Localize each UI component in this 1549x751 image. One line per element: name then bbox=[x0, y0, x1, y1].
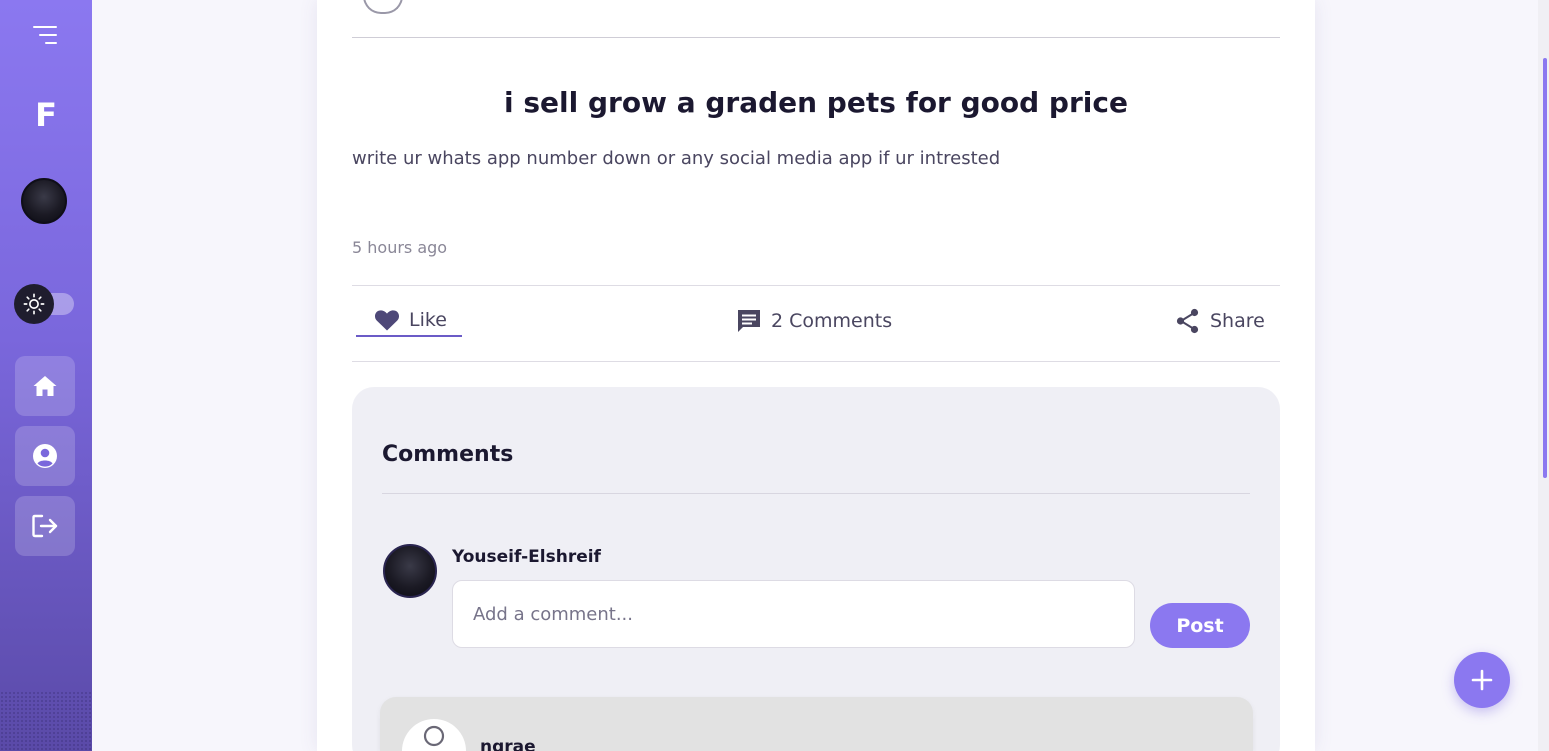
post-body: write ur whats app number down or any so… bbox=[352, 148, 1001, 169]
home-icon bbox=[33, 376, 57, 396]
divider bbox=[352, 361, 1280, 362]
scrollbar-thumb[interactable] bbox=[1543, 58, 1547, 478]
post-timestamp: 5 hours ago bbox=[352, 238, 448, 257]
share-button[interactable]: Share bbox=[1175, 308, 1265, 334]
brand-logo[interactable]: F bbox=[0, 96, 92, 134]
menu-icon[interactable] bbox=[33, 24, 57, 46]
user-circle-icon bbox=[33, 444, 57, 468]
comment-icon bbox=[738, 310, 760, 332]
share-icon bbox=[1176, 308, 1199, 334]
sidebar-avatar[interactable] bbox=[21, 178, 67, 224]
sidebar-pattern bbox=[0, 691, 92, 751]
like-button[interactable]: Like bbox=[374, 308, 447, 332]
sidebar: F bbox=[0, 0, 92, 751]
like-underline bbox=[356, 335, 462, 337]
comment-item: ngrae bbox=[380, 697, 1253, 751]
theme-toggle[interactable] bbox=[14, 284, 76, 324]
divider bbox=[382, 493, 1250, 494]
post-title: i sell grow a graden pets for good price bbox=[504, 86, 1128, 119]
create-post-button[interactable] bbox=[1454, 652, 1510, 708]
post-comment-button[interactable]: Post bbox=[1150, 603, 1250, 648]
avatar[interactable] bbox=[383, 544, 437, 598]
plus-icon bbox=[1471, 669, 1493, 691]
sun-icon bbox=[14, 284, 54, 324]
nav-logout-button[interactable] bbox=[15, 496, 75, 556]
comments-count: 2 Comments bbox=[771, 310, 893, 332]
comment-input[interactable] bbox=[452, 580, 1135, 648]
logout-icon bbox=[32, 514, 58, 538]
like-label: Like bbox=[409, 309, 447, 331]
divider bbox=[352, 37, 1280, 38]
nav-home-button[interactable] bbox=[15, 356, 75, 416]
heart-icon bbox=[374, 310, 400, 331]
share-label: Share bbox=[1210, 310, 1265, 332]
divider bbox=[352, 285, 1280, 286]
comments-heading: Comments bbox=[382, 442, 514, 467]
comments-button[interactable]: 2 Comments bbox=[736, 308, 892, 334]
nav-profile-button[interactable] bbox=[15, 426, 75, 486]
default-avatar-icon bbox=[402, 719, 466, 751]
comment-author-name: ngrae bbox=[480, 737, 536, 751]
comment-author-name: Youseif-Elshreif bbox=[452, 547, 601, 567]
